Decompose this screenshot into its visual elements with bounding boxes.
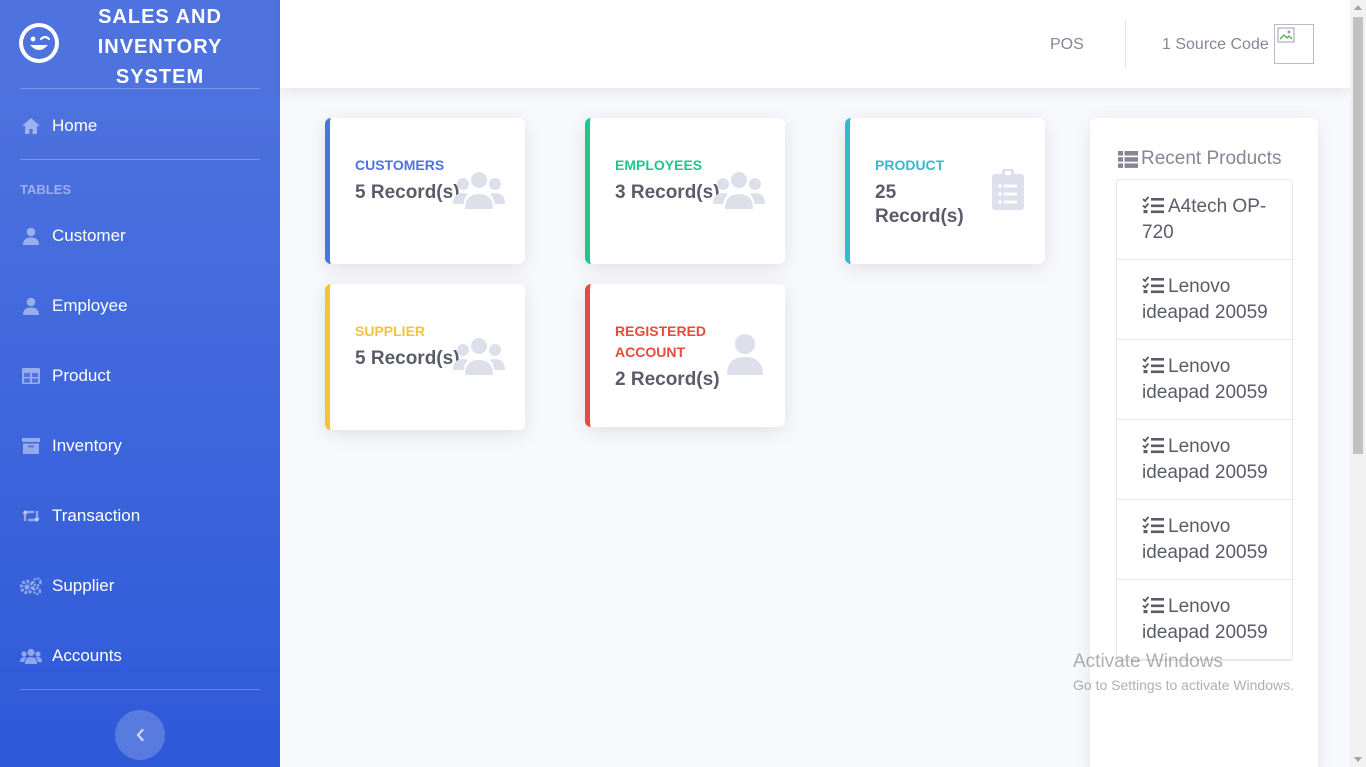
sidebar-item-product[interactable]: Product	[0, 351, 280, 401]
pos-link[interactable]: POS	[1050, 36, 1084, 54]
card-title: Registered Account	[615, 323, 707, 360]
avatar[interactable]	[1274, 24, 1314, 64]
tasks-icon	[1142, 596, 1164, 621]
sidebar-item-transaction[interactable]: Transaction	[0, 491, 280, 541]
sidebar: SALES AND INVENTORY SYSTEM Home TABLES C…	[0, 0, 280, 767]
recent-products-title: Recent Products	[1141, 148, 1282, 169]
sidebar-divider	[20, 88, 260, 89]
list-item[interactable]: Lenovo ideapad 20059	[1117, 500, 1292, 580]
scroll-down-arrow-icon[interactable]	[1354, 757, 1362, 762]
laugh-wink-icon	[19, 23, 59, 63]
list-item[interactable]: Lenovo ideapad 20059	[1117, 340, 1292, 420]
activation-watermark: Activate Windows Go to Settings to activ…	[1073, 651, 1294, 696]
tasks-icon	[1142, 356, 1164, 381]
page-scrollbar[interactable]	[1350, 0, 1366, 767]
users-icon	[453, 338, 505, 375]
sidebar-item-label: Accounts	[52, 646, 122, 665]
card-supplier[interactable]: Supplier 5 Record(s)	[325, 284, 525, 430]
sidebar-item-label: Inventory	[52, 436, 122, 455]
user-name[interactable]: 1 Source Code	[1162, 36, 1269, 54]
card-registered-account[interactable]: Registered Account 2 Record(s)	[585, 284, 785, 427]
card-customers[interactable]: Customers 5 Record(s)	[325, 118, 525, 264]
list-item[interactable]: A4tech OP-720	[1117, 180, 1292, 260]
topbar: POS 1 Source Code	[280, 0, 1350, 88]
tasks-icon	[1142, 196, 1164, 221]
recent-products-header: Recent Products	[1118, 148, 1281, 170]
sidebar-item-accounts[interactable]: Accounts	[0, 631, 280, 681]
sidebar-item-label: Supplier	[52, 576, 115, 595]
scroll-up-arrow-icon[interactable]	[1354, 5, 1362, 10]
sidebar-item-label: Home	[52, 116, 98, 135]
tasks-icon	[1142, 276, 1164, 301]
users-icon	[20, 645, 42, 667]
watermark-title: Activate Windows	[1073, 651, 1223, 672]
brand-title: SALES AND INVENTORY SYSTEM	[97, 6, 223, 88]
sidebar-item-customer[interactable]: Customer	[0, 211, 280, 261]
sidebar-item-label: Transaction	[52, 506, 141, 525]
list-item[interactable]: Lenovo ideapad 20059	[1117, 420, 1292, 500]
card-title: Customers	[355, 157, 445, 173]
sidebar-divider	[20, 159, 260, 160]
chevron-left-icon	[136, 728, 144, 742]
card-value: 5 Record(s)	[355, 182, 460, 203]
card-value: 5 Record(s)	[355, 348, 460, 369]
card-title: Supplier	[355, 323, 426, 339]
recent-products-list: A4tech OP-720 Lenovo ideapad 20059 Lenov…	[1116, 179, 1293, 661]
sidebar-divider	[20, 689, 260, 690]
tasks-icon	[1142, 436, 1164, 461]
users-icon	[453, 172, 505, 209]
watermark-subtitle: Go to Settings to activate Windows.	[1073, 677, 1294, 693]
clipboard-list-icon	[992, 169, 1024, 210]
list-item[interactable]: Lenovo ideapad 20059	[1117, 580, 1292, 660]
archive-icon	[20, 435, 42, 457]
user-icon	[20, 225, 42, 247]
broken-image-icon	[1277, 27, 1295, 43]
th-list-icon	[1118, 150, 1138, 168]
cogs-icon	[20, 575, 42, 597]
retweet-icon	[20, 505, 42, 527]
sidebar-item-label: Product	[52, 366, 111, 385]
table-icon	[20, 365, 42, 387]
sidebar-heading: TABLES	[20, 182, 72, 197]
tasks-icon	[1142, 516, 1164, 541]
card-value: 3 Record(s)	[615, 182, 720, 203]
sidebar-item-home[interactable]: Home	[0, 101, 280, 151]
topbar-divider	[1125, 20, 1126, 68]
card-product[interactable]: Product 25 Record(s)	[845, 118, 1045, 264]
home-icon	[20, 115, 42, 137]
card-title: Product	[875, 157, 945, 173]
sidebar-toggle-button[interactable]	[115, 710, 165, 760]
card-value: 2 Record(s)	[615, 369, 720, 390]
sidebar-item-supplier[interactable]: Supplier	[0, 561, 280, 611]
list-item[interactable]: Lenovo ideapad 20059	[1117, 260, 1292, 340]
sidebar-item-label: Customer	[52, 226, 126, 245]
card-employees[interactable]: Employees 3 Record(s)	[585, 118, 785, 264]
card-title: Employees	[615, 157, 703, 173]
sidebar-item-inventory[interactable]: Inventory	[0, 421, 280, 471]
user-icon	[20, 295, 42, 317]
users-icon	[713, 172, 765, 209]
scrollbar-thumb[interactable]	[1353, 17, 1363, 454]
card-value: 25 Record(s)	[875, 182, 964, 227]
user-icon	[727, 334, 763, 375]
sidebar-item-employee[interactable]: Employee	[0, 281, 280, 331]
sidebar-brand[interactable]: SALES AND INVENTORY SYSTEM	[0, 0, 280, 88]
sidebar-item-label: Employee	[52, 296, 128, 315]
